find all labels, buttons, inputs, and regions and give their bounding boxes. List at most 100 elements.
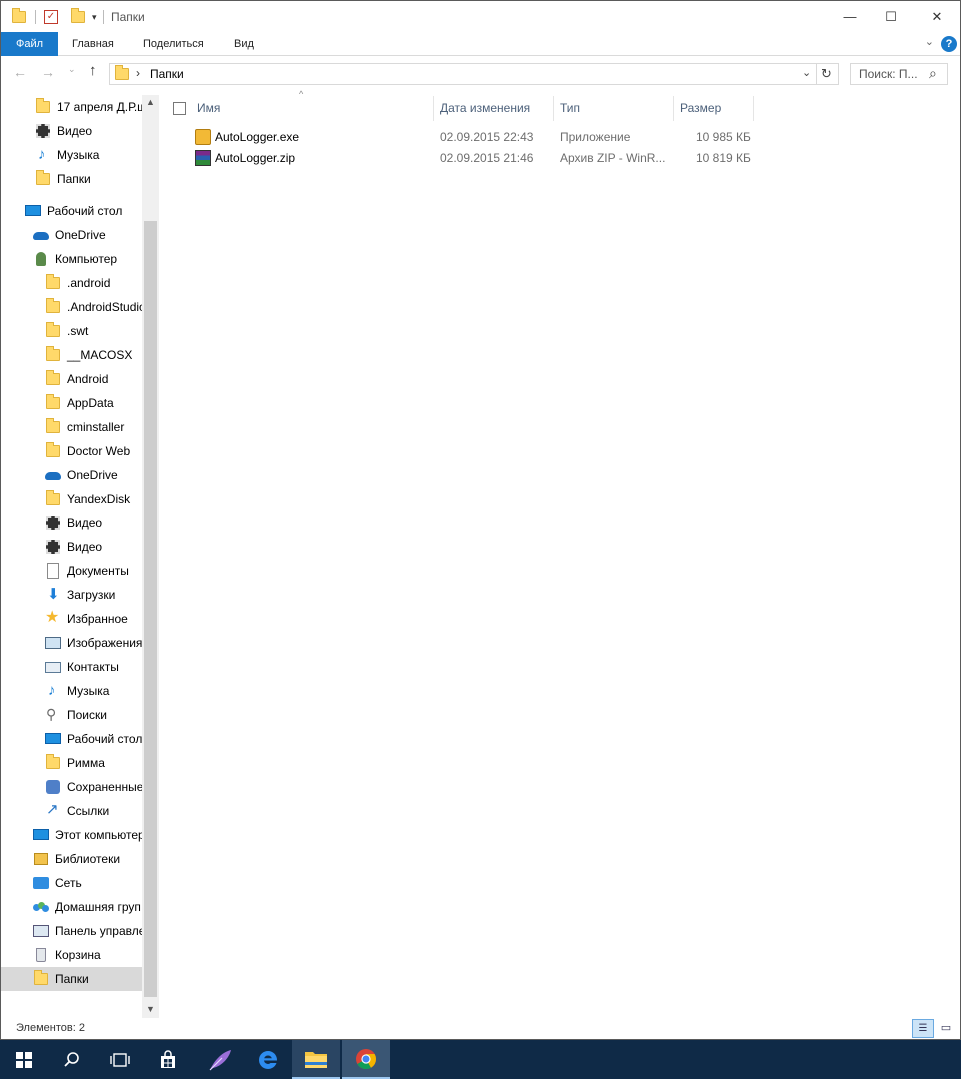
up-icon[interactable]: ↑ [89,62,97,79]
nav-item[interactable]: ⚲ Поиски [1,703,142,727]
folder-icon [45,754,61,771]
task-view-icon[interactable] [96,1040,144,1079]
minimize-button[interactable]: — [827,1,873,32]
nav-item[interactable]: Рабочий стол [1,727,142,751]
recent-locations-icon[interactable]: ⌄ [68,64,76,75]
file-row[interactable]: AutoLogger.exe 02.09.2015 22:43 Приложен… [191,127,761,148]
video-icon [45,515,61,531]
column-header-name[interactable]: Имя [197,96,220,121]
folder-icon[interactable] [11,8,27,25]
nav-item-label: .android [67,276,111,290]
nav-item[interactable]: Сохраненные [1,775,142,799]
sort-ascending-icon: ^ [299,89,304,99]
column-divider[interactable] [753,96,754,121]
tab-file[interactable]: Файл [1,32,58,56]
nav-item[interactable]: YandexDisk [1,487,142,511]
maximize-button[interactable]: ☐ [868,1,914,32]
back-icon[interactable]: ← [13,64,27,80]
search-box[interactable]: Поиск: П... ⌕ [850,63,948,85]
nav-item[interactable]: Видео [1,511,142,535]
store-icon[interactable] [144,1040,192,1079]
column-divider[interactable] [433,96,434,121]
nav-item[interactable]: Изображения [1,631,142,655]
large-icons-view-icon[interactable]: ▭ [937,1020,955,1037]
address-dropdown-icon[interactable]: ⌄ [802,66,811,79]
close-button[interactable]: ✕ [914,1,960,32]
nav-item[interactable]: __MACOSX [1,343,142,367]
nav-item[interactable]: Документы [1,559,142,583]
nav-item[interactable]: Римма [1,751,142,775]
expand-ribbon-icon[interactable]: ⌄ [925,35,934,48]
nav-item[interactable]: .android [1,271,142,295]
file-name[interactable]: AutoLogger.exe [215,130,299,144]
search-placeholder[interactable]: Поиск: П... [859,67,918,81]
scroll-up-icon[interactable]: ▲ [146,97,155,107]
folder-icon [35,170,51,187]
refresh-icon[interactable]: ↻ [821,66,832,82]
nav-item[interactable]: OneDrive [1,463,142,487]
nav-item[interactable]: .swt [1,319,142,343]
nav-item[interactable]: Сеть [1,871,142,895]
nav-item[interactable]: Android [1,367,142,391]
properties-icon[interactable]: ✓ [44,10,58,24]
nav-item[interactable]: Панель управле [1,919,142,943]
search-icon[interactable]: ⌕ [929,65,937,82]
nav-scrollbar-thumb[interactable] [144,221,157,997]
nav-item[interactable]: ↗ Ссылки [1,799,142,823]
column-header-date[interactable]: Дата изменения [440,96,530,121]
nav-item[interactable]: Компьютер [1,247,142,271]
nav-item[interactable]: ⬇ Загрузки [1,583,142,607]
column-header-type[interactable]: Тип [560,96,580,121]
column-header-size[interactable]: Размер [680,96,721,121]
breadcrumb-item[interactable]: Папки [150,67,184,81]
feather-app-icon[interactable] [196,1040,244,1079]
nav-item[interactable]: .AndroidStudio [1,295,142,319]
nav-item[interactable]: Контакты [1,655,142,679]
file-row[interactable]: AutoLogger.zip 02.09.2015 21:46 Архив ZI… [191,148,761,169]
tab-view[interactable]: Вид [220,32,268,56]
help-icon[interactable]: ? [941,36,957,52]
quick-access-toolbar: ✓ ▾ [11,8,110,26]
customize-toolbar-icon[interactable]: ▾ [92,12,97,23]
nav-item-label: AppData [67,396,114,410]
nav-item[interactable]: Корзина [1,943,142,967]
nav-item[interactable]: ♪ Музыка [1,143,142,167]
nav-item[interactable]: Видео [1,535,142,559]
file-size: 10 819 КБ [696,151,751,165]
nav-item[interactable]: Домашняя груп [1,895,142,919]
nav-item[interactable]: OneDrive [1,223,142,247]
nav-item-label: Этот компьютер [55,828,142,842]
tab-home[interactable]: Главная [58,32,128,56]
breadcrumb-separator[interactable]: › [136,66,140,80]
chrome-icon[interactable] [342,1040,390,1079]
nav-item[interactable]: Видео [1,119,142,143]
separator [102,10,104,24]
nav-item[interactable]: 17 апреля Д.Р.щ [1,95,142,119]
nav-item-label: Видео [67,540,103,554]
nav-item[interactable]: Этот компьютер [1,823,142,847]
nav-item[interactable]: ♪ Музыка [1,679,142,703]
nav-item[interactable]: ★ Избранное [1,607,142,631]
column-divider[interactable] [673,96,674,121]
nav-item[interactable]: Doctor Web [1,439,142,463]
nav-item[interactable]: Рабочий стол [1,199,142,223]
address-bar[interactable]: › Папки ⌄ ↻ [109,63,839,85]
nav-item[interactable]: AppData [1,391,142,415]
nav-item[interactable]: cminstaller [1,415,142,439]
nav-item-label: Android [67,372,109,386]
start-icon[interactable] [0,1040,48,1079]
forward-icon[interactable]: → [41,64,55,80]
details-view-icon[interactable]: ☰ [912,1019,934,1038]
select-all-checkbox[interactable] [173,102,186,115]
nav-item[interactable]: Папки [1,967,142,991]
tab-share[interactable]: Поделиться [129,32,218,56]
file-name[interactable]: AutoLogger.zip [215,151,295,165]
edge-icon[interactable] [244,1040,292,1079]
file-explorer-icon[interactable] [292,1040,340,1079]
scroll-down-icon[interactable]: ▼ [146,1004,155,1014]
new-folder-icon[interactable] [70,8,86,25]
nav-item[interactable]: Папки [1,167,142,191]
column-divider[interactable] [553,96,554,121]
search-icon[interactable] [48,1040,96,1079]
nav-item[interactable]: Библиотеки [1,847,142,871]
